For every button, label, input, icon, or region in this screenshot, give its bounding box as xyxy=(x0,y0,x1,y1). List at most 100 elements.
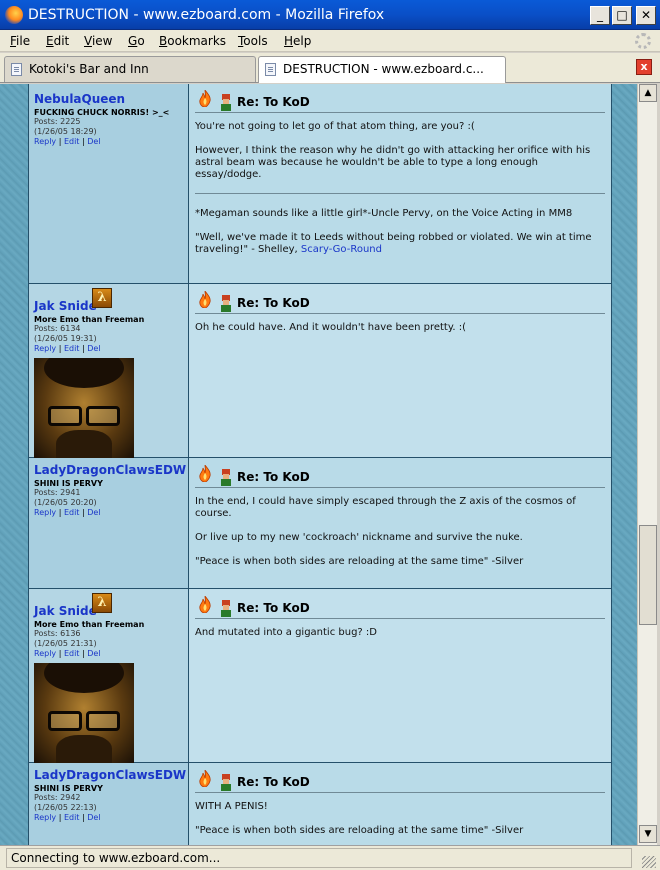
post-subject: Re: To KoD xyxy=(237,775,310,789)
flame-icon xyxy=(199,90,211,107)
page-icon xyxy=(11,63,22,76)
menu-label: o xyxy=(137,34,145,48)
tab-destruction[interactable]: DESTRUCTION - www.ezboard.c... xyxy=(258,56,506,83)
scary-go-round-link[interactable]: Scary-Go-Round xyxy=(301,244,382,255)
separator: | xyxy=(58,137,62,146)
throbber-icon xyxy=(635,33,651,49)
menu-bookmarks[interactable]: Bookmarks xyxy=(159,34,226,48)
menu-label: iew xyxy=(91,34,113,48)
separator: | xyxy=(82,344,85,353)
menu-accel: H xyxy=(284,34,294,48)
delete-link[interactable]: Del xyxy=(87,813,100,822)
post-body: Re: To KoD Oh he could have. And it woul… xyxy=(189,284,611,457)
menu-edit[interactable]: Edit xyxy=(46,34,69,48)
post-message: "Peace is when both sides are reloading … xyxy=(195,825,524,836)
subject-row: Re: To KoD xyxy=(195,89,605,113)
delete-link[interactable]: Del xyxy=(87,344,100,353)
menu-accel: B xyxy=(159,34,168,48)
post-body: Re: To KoD You're not going to let go of… xyxy=(189,84,611,283)
post-body: Re: To KoD WITH A PENIS! "Peace is when … xyxy=(189,763,611,845)
menu-go[interactable]: Go xyxy=(128,34,145,48)
post-date: (1/26/05 21:31) xyxy=(34,639,97,648)
menu-accel: V xyxy=(84,34,92,48)
post: λ Jak Snide More Emo than Freeman Posts:… xyxy=(29,284,611,458)
username[interactable]: NebulaQueen xyxy=(34,92,183,106)
post-date: (1/26/05 22:13) xyxy=(34,803,97,812)
resize-grip-icon[interactable] xyxy=(642,856,656,868)
post-message: Or live up to my new 'cockroach' nicknam… xyxy=(195,532,523,543)
post-author: λ Jak Snide More Emo than Freeman Posts:… xyxy=(29,284,189,458)
delete-link[interactable]: Del xyxy=(87,649,100,658)
scroll-down-button[interactable]: ▼ xyxy=(639,825,657,843)
reply-link[interactable]: Reply xyxy=(34,137,56,146)
menu-label: elp xyxy=(293,34,312,48)
delete-link[interactable]: Del xyxy=(87,137,100,146)
post-subject: Re: To KoD xyxy=(237,296,310,310)
window-titlebar: DESTRUCTION - www.ezboard.com - Mozilla … xyxy=(0,0,660,30)
menu-file[interactable]: File xyxy=(10,34,30,48)
delete-link[interactable]: Del xyxy=(87,508,100,517)
signature-line: "Well, we've made it to Leeds without be… xyxy=(195,232,605,256)
subject-row: Re: To KoD xyxy=(195,464,605,488)
post: λ Jak Snide More Emo than Freeman Posts:… xyxy=(29,589,611,763)
post-actions: Reply | Edit | Del xyxy=(34,137,183,147)
post-body: Re: To KoD And mutated into a gigantic b… xyxy=(189,589,611,762)
post: NebulaQueen FUCKING CHUCK NORRIS! >_< Po… xyxy=(29,84,611,284)
post-subject: Re: To KoD xyxy=(237,470,310,484)
minimize-button[interactable]: _ xyxy=(590,6,610,25)
scroll-thumb[interactable] xyxy=(639,525,657,625)
post-message: And mutated into a gigantic bug? :D xyxy=(195,627,377,638)
username[interactable]: LadyDragonClawsEDW xyxy=(34,768,186,782)
post: LadyDragonClawsEDW SHINI IS PERVY Posts:… xyxy=(29,763,611,845)
menu-accel: G xyxy=(128,34,138,48)
username[interactable]: LadyDragonClawsEDW xyxy=(34,463,186,477)
window-title: DESTRUCTION - www.ezboard.com - Mozilla … xyxy=(28,7,385,23)
post-date: (1/26/05 18:29) xyxy=(34,127,97,136)
edit-link[interactable]: Edit xyxy=(64,508,80,517)
flame-icon xyxy=(199,291,211,308)
page-icon xyxy=(265,63,276,76)
menu-view[interactable]: View xyxy=(84,34,112,48)
reply-link[interactable]: Reply xyxy=(34,344,56,353)
post-message: "Peace is when both sides are reloading … xyxy=(195,556,524,567)
separator: | xyxy=(58,649,62,658)
reply-link[interactable]: Reply xyxy=(34,508,56,517)
menu-bar: File Edit View Go Bookmarks Tools Help xyxy=(0,30,660,52)
close-tab-button[interactable]: x xyxy=(636,59,652,75)
separator: | xyxy=(82,813,85,822)
post-message: You're not going to let go of that atom … xyxy=(195,121,475,132)
menu-label: ools xyxy=(243,34,268,48)
page-content: NebulaQueen FUCKING CHUCK NORRIS! >_< Po… xyxy=(0,84,637,845)
separator: | xyxy=(82,649,85,658)
status-text: Connecting to www.ezboard.com... xyxy=(6,848,632,868)
post-actions: Reply | Edit | Del xyxy=(34,649,183,659)
user-title: More Emo than Freeman xyxy=(34,620,145,629)
post-author: NebulaQueen FUCKING CHUCK NORRIS! >_< Po… xyxy=(29,84,189,283)
edit-link[interactable]: Edit xyxy=(64,344,80,353)
maximize-button[interactable]: □ xyxy=(612,6,632,25)
edit-link[interactable]: Edit xyxy=(64,649,80,658)
edit-link[interactable]: Edit xyxy=(64,137,80,146)
close-window-button[interactable]: ✕ xyxy=(636,6,656,25)
scroll-up-button[interactable]: ▲ xyxy=(639,84,657,102)
separator: | xyxy=(82,137,85,146)
vertical-scrollbar[interactable]: ▲ ▼ xyxy=(637,84,657,845)
half-life-lambda-icon: λ xyxy=(92,288,112,308)
reply-link[interactable]: Reply xyxy=(34,813,56,822)
post-actions: Reply | Edit | Del xyxy=(34,344,183,354)
character-icon xyxy=(221,774,231,791)
user-title: More Emo than Freeman xyxy=(34,315,145,324)
reply-link[interactable]: Reply xyxy=(34,649,56,658)
user-title: FUCKING CHUCK NORRIS! >_< xyxy=(34,108,170,117)
post-count: Posts: 6136 xyxy=(34,629,81,638)
menu-help[interactable]: Help xyxy=(284,34,311,48)
tab-kotoki[interactable]: Kotoki's Bar and Inn xyxy=(4,56,256,82)
post-date: (1/26/05 20:20) xyxy=(34,498,97,507)
post-subject: Re: To KoD xyxy=(237,601,310,615)
separator: | xyxy=(58,344,62,353)
menu-tools[interactable]: Tools xyxy=(238,34,268,48)
signature-text: "Well, we've made it to Leeds without be… xyxy=(195,232,592,255)
edit-link[interactable]: Edit xyxy=(64,813,80,822)
character-icon xyxy=(221,94,231,111)
separator: | xyxy=(58,508,62,517)
